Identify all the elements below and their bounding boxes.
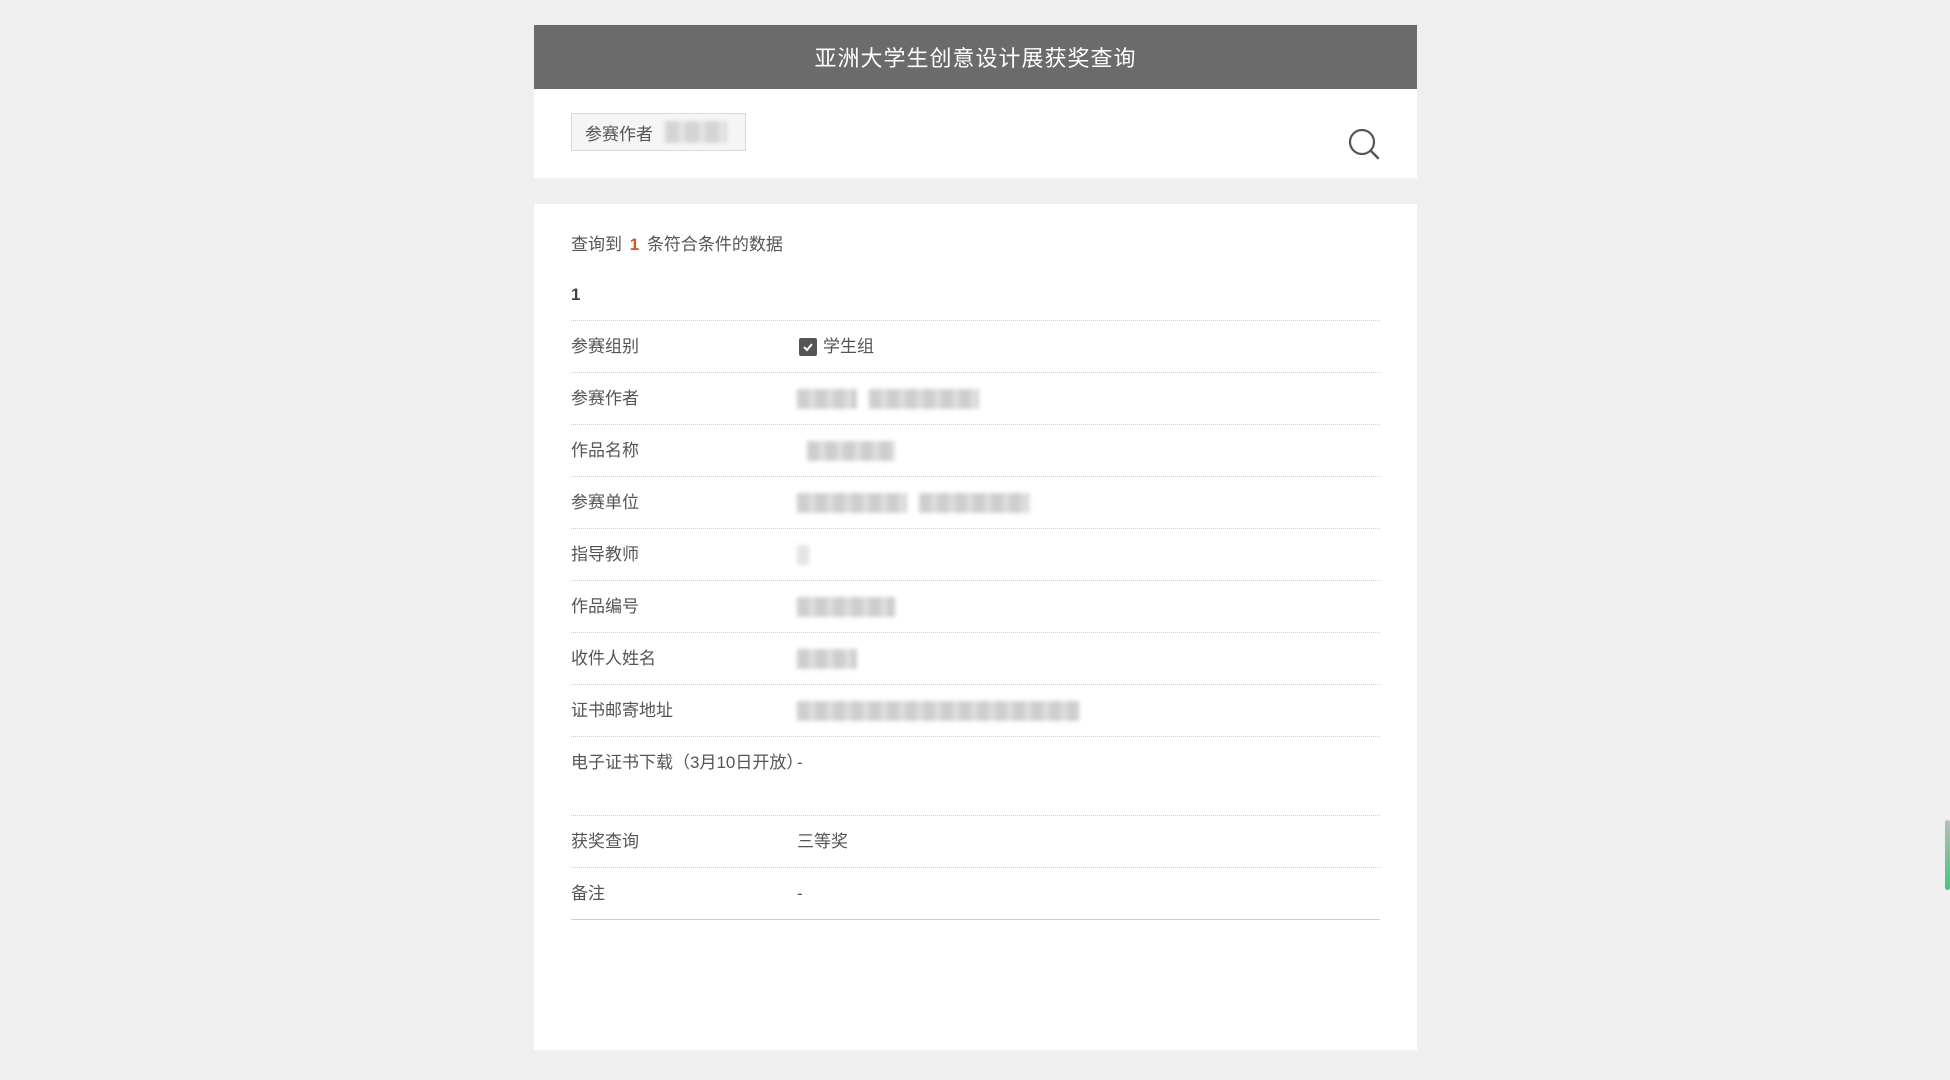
- redacted-recipient: [797, 649, 857, 669]
- row-recipient: 收件人姓名: [571, 633, 1380, 685]
- scrollbar-thumb[interactable]: [1945, 820, 1950, 890]
- redacted-work-no: [797, 597, 895, 617]
- row-ecert: 电子证书下载（3月10日开放） -: [571, 737, 1380, 816]
- recipient-label: 收件人姓名: [571, 649, 656, 668]
- group-label: 参赛组别: [571, 337, 639, 356]
- row-address: 证书邮寄地址: [571, 685, 1380, 737]
- summary-suffix: 条符合条件的数据: [646, 235, 783, 254]
- ecert-label: 电子证书下载（3月10日开放）: [571, 753, 804, 772]
- redacted-teacher: [797, 545, 809, 565]
- teacher-value: [797, 529, 1380, 580]
- unit-label: 参赛单位: [571, 493, 639, 512]
- results-summary: 查询到 1 条符合条件的数据: [571, 232, 1380, 258]
- row-work-no: 作品编号: [571, 581, 1380, 633]
- page-title: 亚洲大学生创意设计展获奖查询: [814, 46, 1137, 71]
- teacher-label: 指导教师: [571, 545, 639, 564]
- row-teacher: 指导教师: [571, 529, 1380, 581]
- award-value: 三等奖: [797, 832, 848, 851]
- row-author: 参赛作者: [571, 373, 1380, 425]
- remark-value: -: [797, 884, 803, 903]
- main-container: 亚洲大学生创意设计展获奖查询 参赛作者 查询到 1 条符合条件的数据 1 参赛组…: [534, 25, 1417, 1050]
- award-label: 获奖查询: [571, 832, 639, 851]
- recipient-value: [797, 633, 1380, 684]
- work-no-label: 作品编号: [571, 597, 639, 616]
- work-name-label: 作品名称: [571, 441, 639, 460]
- checkbox-checked-icon: [799, 338, 817, 356]
- search-icon[interactable]: [1347, 127, 1381, 161]
- ecert-value: -: [797, 753, 803, 772]
- result-count: 1: [629, 235, 640, 254]
- search-filter-chip[interactable]: 参赛作者: [571, 113, 746, 151]
- row-work-name: 作品名称: [571, 425, 1380, 477]
- record-index: 1: [571, 282, 1380, 321]
- redacted-address: [797, 701, 1079, 721]
- group-value-text: 学生组: [823, 337, 874, 356]
- redacted-search-term: [665, 121, 727, 143]
- row-unit: 参赛单位: [571, 477, 1380, 529]
- author-value: [797, 373, 1380, 424]
- redacted-unit: [919, 493, 1029, 513]
- redacted-author: [797, 389, 857, 409]
- search-filter-label: 参赛作者: [585, 124, 653, 144]
- group-value: 学生组: [797, 321, 1380, 372]
- redacted-author: [869, 389, 979, 409]
- page: 亚洲大学生创意设计展获奖查询 参赛作者 查询到 1 条符合条件的数据 1 参赛组…: [0, 0, 1950, 1080]
- redacted-work-name: [807, 441, 895, 461]
- search-bar: 参赛作者: [534, 89, 1417, 178]
- redacted-unit: [797, 493, 907, 513]
- address-label: 证书邮寄地址: [571, 701, 673, 720]
- remark-label: 备注: [571, 884, 605, 903]
- unit-value: [797, 477, 1380, 528]
- row-award: 获奖查询 三等奖: [571, 816, 1380, 868]
- work-name-value: [797, 425, 1380, 476]
- summary-prefix: 查询到: [571, 235, 622, 254]
- author-label: 参赛作者: [571, 389, 639, 408]
- results-panel: 查询到 1 条符合条件的数据 1 参赛组别 学生组 参赛作者 作品名称 参赛单位…: [534, 204, 1417, 1050]
- work-no-value: [797, 581, 1380, 632]
- row-remark: 备注 -: [571, 868, 1380, 920]
- page-header: 亚洲大学生创意设计展获奖查询: [534, 25, 1417, 89]
- address-value: [797, 685, 1380, 736]
- row-group: 参赛组别 学生组: [571, 321, 1380, 373]
